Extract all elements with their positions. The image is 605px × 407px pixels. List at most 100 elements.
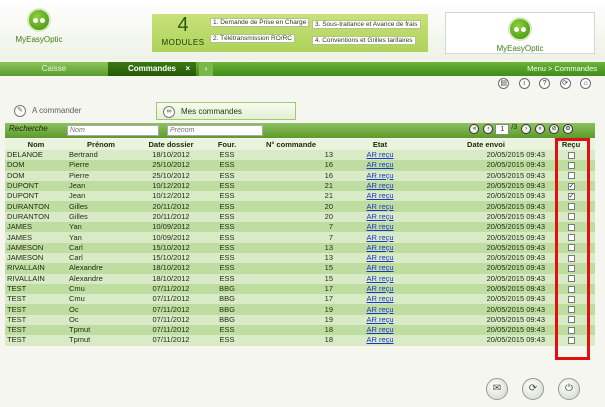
info-icon[interactable]: i (518, 78, 530, 89)
recu-checkbox[interactable] (567, 264, 575, 272)
etat-link[interactable]: AR reçu (366, 212, 393, 221)
table-row[interactable]: TEST Oc 07/11/2012 BBG 19 AR reçu 20/05/2015 0… (5, 314, 595, 326)
table-row[interactable]: RIVALLAIN Alexandre 18/10/2012 ESS 15 AR reçu… (5, 273, 595, 284)
tab-commandes[interactable]: Commandes × (108, 62, 196, 76)
etat-link[interactable]: AR reçu (366, 294, 393, 303)
table-row[interactable]: DUPONT Jean 10/12/2012 ESS 21 AR reçu 20/05/20… (5, 191, 595, 202)
filter-icon[interactable]: ⊘ (549, 124, 560, 134)
table-row[interactable]: JAMES Yan 10/09/2012 ESS 7 AR reçu 20/05/2015 … (5, 232, 595, 243)
chevron-right-icon[interactable]: › (199, 62, 213, 76)
table-row[interactable]: DOM Pierre 25/10/2012 ESS 16 AR reçu 20/05/201… (5, 170, 595, 181)
tab-caisse[interactable]: Caisse (0, 62, 108, 76)
help-icon[interactable]: ? (539, 78, 551, 89)
recu-checkbox[interactable] (567, 337, 575, 344)
etat-link[interactable]: AR reçu (366, 233, 393, 242)
prev-page-icon[interactable]: ‹ (483, 124, 494, 134)
etat-link[interactable]: AR reçu (366, 305, 393, 314)
recu-checkbox[interactable] (567, 213, 575, 221)
sync-icon[interactable]: ⟳ (522, 378, 544, 400)
col-num-commande[interactable]: N° commande (247, 139, 335, 150)
table-row[interactable]: DUPONT Jean 10/12/2012 ESS 21 AR reçu 20/05/20… (5, 180, 595, 192)
first-page-icon[interactable]: « (469, 124, 480, 134)
settings-icon[interactable]: ⚙ (563, 124, 573, 134)
recu-checkbox[interactable] (567, 223, 575, 231)
cell-four: ESS (207, 191, 247, 202)
etat-link[interactable]: AR reçu (366, 284, 393, 293)
recu-checkbox[interactable] (567, 244, 575, 252)
etat-link[interactable]: AR reçu (366, 243, 393, 252)
etat-link[interactable]: AR reçu (366, 263, 393, 272)
recu-checkbox[interactable] (567, 285, 575, 293)
etat-link[interactable]: AR reçu (366, 150, 393, 159)
table-row[interactable]: DELANOE Bertrand 18/10/2012 ESS 13 AR reçu 20/… (5, 150, 595, 161)
next-page-icon[interactable]: › (521, 124, 532, 134)
recu-checkbox[interactable] (567, 306, 575, 314)
etat-link[interactable]: AR reçu (366, 202, 393, 211)
col-recu[interactable]: Reçu (547, 139, 595, 150)
recu-checkbox[interactable] (567, 234, 575, 242)
close-tab-icon[interactable]: × (185, 62, 190, 76)
cell-num-commande: 19 (247, 304, 335, 315)
home-icon[interactable]: ⌂ (580, 78, 591, 89)
module-4[interactable]: 4. Conventions et Grilles tarifaires (312, 36, 416, 45)
page-total: /3 (511, 124, 518, 131)
recu-checkbox[interactable] (567, 203, 575, 211)
etat-link[interactable]: AR reçu (366, 171, 393, 180)
etat-link[interactable]: AR reçu (366, 325, 393, 334)
cell-four: ESS (207, 201, 247, 212)
etat-link[interactable]: AR reçu (366, 274, 393, 283)
last-page-icon[interactable]: » (535, 124, 546, 134)
recu-checkbox[interactable] (567, 316, 575, 324)
refresh-icon[interactable]: ⟳ (559, 78, 571, 89)
module-1[interactable]: 1. Demande de Prise en Charge (210, 18, 310, 27)
mail-icon[interactable]: ✉ (486, 378, 508, 400)
table-row[interactable]: DURANTON Gilles 20/11/2012 ESS 20 AR reçu 20/0… (5, 211, 595, 223)
prenom-search-input[interactable] (167, 125, 263, 136)
col-date-dossier[interactable]: Date dossier (135, 139, 207, 150)
recu-checkbox[interactable]: ✓ (567, 182, 575, 190)
table-row[interactable]: RIVALLAIN Alexandre 18/10/2012 ESS 15 AR reçu… (5, 263, 595, 274)
recu-checkbox[interactable] (567, 151, 575, 159)
recu-checkbox[interactable] (567, 275, 575, 283)
table-row[interactable]: JAMES Yan 10/09/2012 ESS 7 AR reçu 20/05/2015 … (5, 222, 595, 233)
print-icon[interactable]: ▤ (498, 78, 510, 89)
etat-link[interactable]: AR reçu (366, 181, 393, 190)
col-date-envoi[interactable]: Date envoi (425, 139, 547, 150)
etat-link[interactable]: AR reçu (366, 160, 393, 169)
recu-checkbox[interactable] (567, 172, 575, 180)
table-row[interactable]: TEST Oc 07/11/2012 BBG 19 AR reçu 20/05/2015 0… (5, 304, 595, 315)
table-row[interactable]: JAMESON Carl 15/10/2012 ESS 13 AR reçu 20/05/2… (5, 252, 595, 264)
nom-search-input[interactable] (67, 125, 159, 136)
table-row[interactable]: TEST Cmu 07/11/2012 BBG 17 AR reçu 20/05/2015 … (5, 283, 595, 295)
table-row[interactable]: TEST Tpmut 07/11/2012 ESS 18 AR reçu 20/05/201… (5, 335, 595, 346)
subtab-a-commander[interactable]: ✎ A commander (8, 102, 148, 120)
recu-checkbox[interactable]: ✓ (567, 192, 575, 200)
subtab-mes-commandes[interactable]: ∞ Mes commandes (156, 102, 296, 120)
col-four[interactable]: Four. (207, 139, 247, 150)
table-row[interactable]: JAMESON Carl 15/10/2012 ESS 13 AR reçu 20/05/2… (5, 242, 595, 253)
cell-nom: DURANTON (5, 201, 67, 212)
etat-link[interactable]: AR reçu (366, 315, 393, 324)
table-row[interactable]: TEST Tpmut 07/11/2012 ESS 18 AR reçu 20/05/201… (5, 325, 595, 336)
recu-checkbox[interactable] (567, 254, 575, 262)
recu-checkbox[interactable] (567, 326, 575, 334)
etat-link[interactable]: AR reçu (366, 191, 393, 200)
module-3[interactable]: 3. Sous-traitance et Avance de frais (312, 20, 421, 29)
table-row[interactable]: DOM Pierre 25/10/2012 ESS 16 AR reçu 20/05/201… (5, 160, 595, 171)
page-number-input[interactable]: 1 (495, 124, 510, 135)
module-2[interactable]: 2. Télétransmission RO/RC (210, 34, 295, 43)
table-row[interactable]: TEST Cmu 07/11/2012 BBG 17 AR reçu 20/05/2015 … (5, 294, 595, 305)
col-prenom[interactable]: Prénom (67, 139, 135, 150)
etat-link[interactable]: AR reçu (366, 335, 393, 344)
app-logo[interactable]: MyEasyOptic (4, 8, 74, 56)
etat-link[interactable]: AR reçu (366, 253, 393, 262)
exit-icon[interactable]: ⏻ (558, 378, 580, 400)
table-row[interactable]: DURANTON Gilles 20/11/2012 ESS 20 AR reçu 20/0… (5, 201, 595, 212)
modules-banner[interactable]: 4 MODULES 1. Demande de Prise en Charge … (152, 14, 428, 52)
recu-checkbox[interactable] (567, 295, 575, 303)
col-etat[interactable]: Etat (335, 139, 425, 150)
col-nom[interactable]: Nom (5, 139, 67, 150)
cell-recu: ✓ (547, 191, 595, 202)
recu-checkbox[interactable] (567, 161, 575, 169)
etat-link[interactable]: AR reçu (366, 222, 393, 231)
